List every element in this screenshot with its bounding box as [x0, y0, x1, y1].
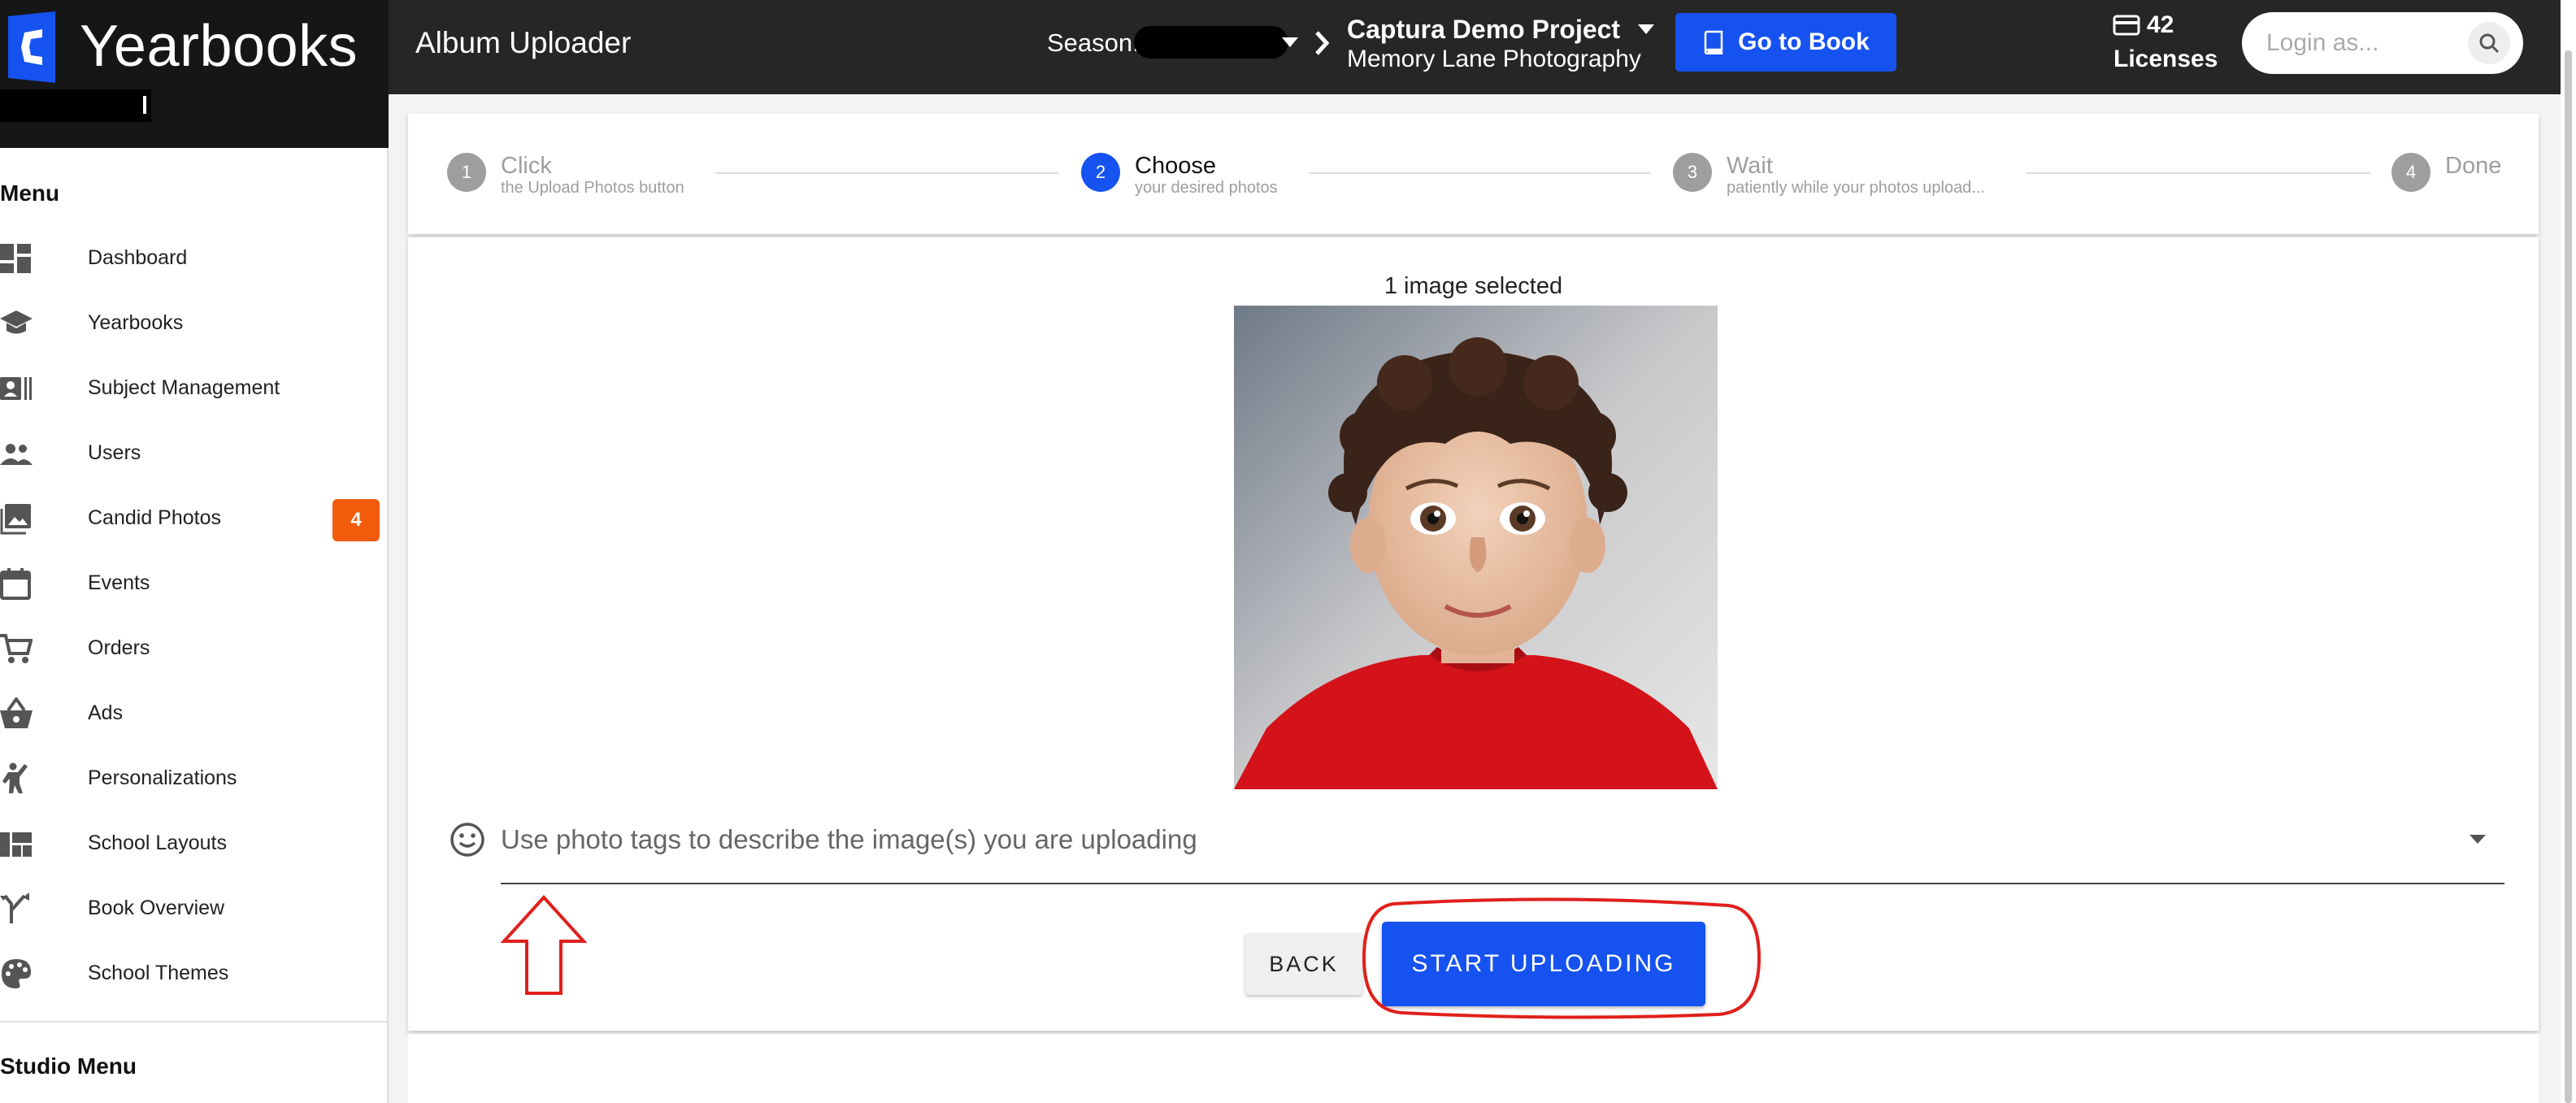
- current-user-redacted: [0, 89, 151, 122]
- sidebar-item-label: Dashboard: [88, 246, 188, 269]
- login-as-input[interactable]: [2266, 27, 2470, 59]
- step-number: 3: [1673, 153, 1712, 192]
- calendar-icon: [0, 568, 31, 600]
- uploader-panel: 1 image selected Use photo tags to descr…: [408, 237, 2539, 1031]
- brand-panel: Yearbooks: [0, 0, 389, 148]
- smiley-icon: [450, 823, 484, 857]
- sidebar-item-subject-management[interactable]: Subject Management: [0, 354, 387, 419]
- sidebar-item-school-layouts[interactable]: School Layouts: [0, 810, 387, 875]
- sidebar-item-label: Book Overview: [88, 897, 225, 919]
- project-dropdown-icon[interactable]: [1636, 21, 1657, 37]
- login-search-button[interactable]: [2468, 22, 2510, 64]
- page-title: Album Uploader: [415, 26, 632, 59]
- upload-stepper: 1 Click the Upload Photos button 2 Choos…: [408, 114, 2539, 234]
- sidebar-item-events[interactable]: Events: [0, 549, 387, 614]
- step-number: 4: [2391, 153, 2430, 192]
- current-user-caret: [143, 96, 146, 114]
- season-dropdown-icon[interactable]: [1279, 34, 1301, 50]
- go-to-book-button[interactable]: Go to Book: [1675, 13, 1896, 72]
- sidebar-item-label: School Layouts: [88, 832, 227, 854]
- studio-menu-title: Studio Menu: [0, 1053, 137, 1079]
- contact-card-icon: [0, 377, 32, 400]
- selected-count: 1 image selected: [1384, 273, 1563, 299]
- licenses-count: 42: [2147, 11, 2174, 38]
- sidebar-item-label: Ads: [88, 701, 124, 724]
- sidebar-item-label: Candid Photos: [88, 506, 222, 529]
- project-selector[interactable]: Captura Demo Project: [1347, 15, 1620, 45]
- season-selector[interactable]: [1134, 26, 1288, 59]
- step-number: 1: [447, 153, 486, 192]
- sidebar-item-personalizations[interactable]: Personalizations: [0, 745, 387, 810]
- sidebar-item-label: Orders: [88, 636, 150, 659]
- back-button[interactable]: BACK: [1245, 933, 1362, 995]
- sidebar-item-candid-photos[interactable]: Candid Photos 4: [0, 484, 387, 549]
- sidebar-item-label: Personalizations: [88, 766, 237, 789]
- sidebar-item-users[interactable]: Users: [0, 419, 387, 484]
- step-title: Click: [501, 153, 552, 179]
- sidebar: Menu Dashboard Yearbooks Subject Managem…: [0, 148, 389, 1103]
- go-to-book-label: Go to Book: [1738, 28, 1870, 55]
- step-subtitle: your desired photos: [1135, 179, 1278, 197]
- studio-name: Memory Lane Photography: [1347, 46, 1641, 72]
- sidebar-item-school-themes[interactable]: School Themes: [0, 940, 387, 1005]
- step-subtitle: the Upload Photos button: [501, 179, 684, 197]
- step-number: 2: [1081, 153, 1120, 192]
- cart-icon: [0, 634, 33, 663]
- sidebar-item-label: Yearbooks: [88, 311, 184, 334]
- sidebar-item-book-overview[interactable]: Book Overview: [0, 875, 387, 940]
- photo-tags-input[interactable]: [501, 819, 2370, 860]
- annotation-highlight-ellipse: [1362, 897, 1761, 1019]
- login-as-box: [2242, 12, 2523, 74]
- brand-name: Yearbooks: [80, 14, 358, 79]
- annotation-arrow-up-icon: [500, 895, 588, 995]
- candid-photos-count-badge: 4: [332, 499, 380, 541]
- step-title: Choose: [1135, 153, 1216, 179]
- dashboard-icon: [0, 244, 31, 273]
- book-icon: [1704, 30, 1723, 54]
- step-connector: [1309, 172, 1650, 174]
- sidebar-item-ads[interactable]: Ads: [0, 680, 387, 745]
- next-panel-strip: [408, 1034, 2539, 1103]
- sidebar-item-label: School Themes: [88, 962, 229, 984]
- merge-icon: [0, 892, 29, 923]
- photo-library-icon: [0, 504, 31, 535]
- palette-icon: [2, 959, 31, 988]
- people-icon: [0, 444, 33, 465]
- sidebar-item-label: Subject Management: [88, 376, 280, 399]
- layout-icon: [0, 832, 32, 857]
- sidebar-item-dashboard[interactable]: Dashboard: [0, 224, 387, 289]
- tags-dropdown-icon[interactable]: [2466, 831, 2489, 847]
- search-icon: [2479, 33, 2500, 54]
- menu-divider: [0, 1021, 387, 1023]
- season-label: Season:: [1047, 28, 1140, 57]
- graduation-cap-icon: [0, 310, 33, 334]
- brand-logo-icon: [8, 11, 55, 83]
- menu-title: Menu: [0, 180, 60, 206]
- step-title: Done: [2445, 153, 2502, 179]
- sidebar-item-yearbooks[interactable]: Yearbooks: [0, 289, 387, 354]
- chevron-right-icon: [1315, 31, 1330, 55]
- sidebar-item-orders[interactable]: Orders: [0, 614, 387, 680]
- page-scrollbar-thumb[interactable]: [2565, 50, 2572, 1103]
- step-connector: [715, 172, 1058, 174]
- step-connector: [2026, 172, 2370, 174]
- sidebar-item-label: Users: [88, 441, 141, 464]
- basket-icon: [0, 697, 33, 728]
- sidebar-item-label: Events: [88, 571, 150, 594]
- licenses-label: Licenses: [2113, 46, 2218, 72]
- selected-photo-thumbnail: [1234, 306, 1718, 789]
- credit-card-icon: [2113, 15, 2140, 36]
- step-subtitle: patiently while your photos upload...: [1727, 179, 1985, 197]
- photo-tags-underline: [501, 883, 2504, 884]
- person-wave-icon: [2, 762, 28, 793]
- step-title: Wait: [1727, 153, 1773, 179]
